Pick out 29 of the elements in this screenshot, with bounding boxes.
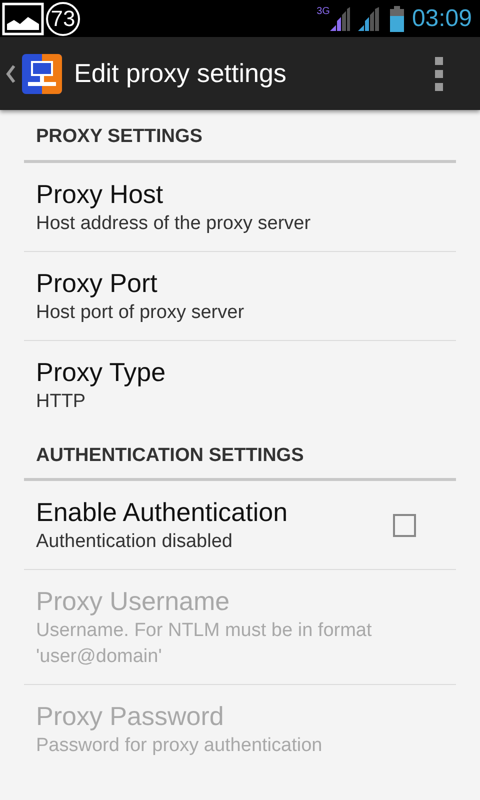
preference-title: Proxy Type bbox=[36, 356, 167, 388]
preference-summary: HTTP bbox=[36, 390, 87, 414]
network-type: 3G bbox=[316, 5, 330, 19]
signal-icon bbox=[330, 6, 350, 30]
section-header: AUTHENTICATION SETTINGS bbox=[36, 444, 304, 466]
preference-row[interactable]: Proxy Port Host port of proxy server bbox=[24, 252, 456, 340]
app-icon[interactable] bbox=[22, 54, 62, 94]
clock: 03:09 bbox=[412, 4, 472, 34]
preference-title: Proxy Port bbox=[36, 266, 158, 300]
preference-title: Proxy Password bbox=[36, 700, 225, 733]
checkbox[interactable] bbox=[393, 514, 416, 536]
picture-notification-icon bbox=[2, 2, 44, 36]
battery-icon bbox=[390, 6, 404, 32]
signal-icon bbox=[358, 6, 380, 30]
preference-summary: Authentication disabled bbox=[36, 530, 234, 554]
preference-title: Proxy Username bbox=[36, 585, 231, 618]
preference-row[interactable]: Enable Authentication Authentication disabled bbox=[24, 481, 456, 570]
preference-row[interactable]: Proxy Type HTTP bbox=[24, 340, 456, 428]
overflow-menu-icon[interactable] bbox=[435, 56, 443, 90]
preference-row[interactable]: Proxy Host Host address of the proxy server bbox=[24, 162, 456, 252]
screen-title: Edit proxy settings bbox=[74, 57, 288, 90]
preference-summary: Password for proxy authentication bbox=[36, 734, 324, 758]
preference-summary: Host port of proxy server bbox=[36, 300, 246, 324]
preference-summary: Username. For NTLM must be in format 'user@domain' bbox=[36, 619, 373, 669]
section-header: PROXY SETTINGS bbox=[36, 126, 202, 147]
back-caret-icon[interactable] bbox=[6, 64, 16, 84]
preference-summary: Host address of the proxy server bbox=[36, 212, 312, 236]
preference-title: Proxy Host bbox=[36, 178, 164, 210]
preference-title: Enable Authentication bbox=[36, 496, 289, 529]
